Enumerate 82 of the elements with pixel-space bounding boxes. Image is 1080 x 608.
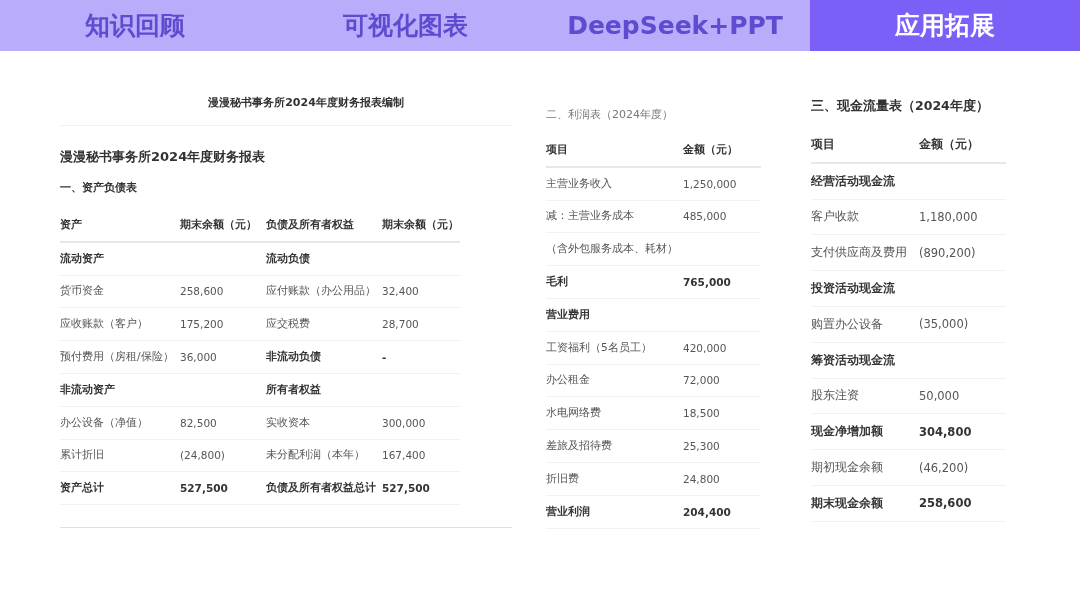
table-cell-text: 204,400 <box>683 505 732 518</box>
column-header: 期末余额（元） <box>382 217 460 232</box>
table-cell-text: 投资活动现金流 <box>811 281 896 297</box>
table-cell-text: 筹资活动现金流 <box>811 352 896 368</box>
table-cell-text: - <box>382 351 388 364</box>
table-cell-text: 300,000 <box>382 416 427 429</box>
table-cell-text: 应交税费 <box>266 317 311 332</box>
nav-tab[interactable]: 知识回顾 <box>0 0 270 51</box>
section-title: 一、资产负债表 <box>60 180 138 195</box>
table-cell-text: 经营活动现金流 <box>811 173 896 189</box>
table-cell-text: 预付费用（房租/保险） <box>60 350 175 365</box>
column-header: 金额（元） <box>919 136 980 152</box>
table-cell-text: 负债及所有者权益总计 <box>266 481 377 496</box>
table-cell-text: 支付供应商及费用 <box>811 245 908 261</box>
nav-tab[interactable]: 可视化图表 <box>270 0 540 51</box>
table-cell-text: 非流动负债 <box>266 350 322 365</box>
table-cell-text: 765,000 <box>683 276 732 289</box>
table-cell-text: 25,300 <box>683 440 721 453</box>
table-cell-text: 期末现金余额 <box>811 495 884 511</box>
document-title: 漫漫秘书事务所2024年度财务报表编制 <box>208 95 404 111</box>
table-cell-text: 流动资产 <box>60 251 105 266</box>
table-cell-text: 18,500 <box>683 407 721 420</box>
column-header: 项目 <box>811 136 836 152</box>
table-cell-text: 未分配利润（本年） <box>266 448 366 463</box>
section-title: 二、利润表（2024年度） <box>546 107 674 122</box>
table-cell-text: 毛利 <box>546 275 569 290</box>
table-cell-text: 累计折旧 <box>60 448 105 463</box>
report-heading: 漫漫秘书事务所2024年度财务报表 <box>60 148 267 166</box>
table-cell-text: 应收账款（客户） <box>60 317 149 332</box>
table-cell-text: 32,400 <box>382 285 420 298</box>
table-cell-text: 应付账款（办公用品） <box>266 284 377 299</box>
nav-tab[interactable]: DeepSeek+PPT <box>540 0 810 51</box>
column-header: 金额（元） <box>683 142 739 157</box>
table-cell-text: 购置办公设备 <box>811 316 884 332</box>
table-cell-text: 82,500 <box>180 416 218 429</box>
column-header: 负债及所有者权益 <box>266 217 355 232</box>
table-cell-text: 货币资金 <box>60 284 105 299</box>
table-cell-text: 527,500 <box>382 482 431 495</box>
table-cell-text: 流动负债 <box>266 251 311 266</box>
table-cell-text: 主营业务收入 <box>546 176 613 191</box>
column-header: 资产 <box>60 217 83 232</box>
table-cell-text: 水电网络费 <box>546 406 602 421</box>
table-cell-text: 实收资本 <box>266 415 311 430</box>
section-title: 三、现金流量表（2024年度） <box>811 98 990 115</box>
table-cell-text: 175,200 <box>180 318 225 331</box>
column-header: 期末余额（元） <box>180 217 258 232</box>
table-cell-text: （含外包服务成本、耗材） <box>546 242 679 257</box>
table-cell-text: 营业费用 <box>546 307 591 322</box>
table-cell-text: 1,250,000 <box>683 177 738 190</box>
table-cell-text: 420,000 <box>683 341 728 354</box>
table-cell-text: 资产总计 <box>60 481 105 496</box>
table-cell-text: 非流动资产 <box>60 382 116 397</box>
table-cell-text: 527,500 <box>180 482 229 495</box>
table-cell-text: 期初现金余额 <box>811 460 884 476</box>
column-header: 项目 <box>546 142 569 157</box>
table-cell-text: 营业利润 <box>546 504 591 519</box>
table-cell-text: 客户收款 <box>811 209 860 225</box>
table-cell-text: 股东注资 <box>811 388 860 404</box>
table-cell-text: 304,800 <box>919 424 973 439</box>
table-cell-text: 485,000 <box>683 210 728 223</box>
table-cell-text: 所有者权益 <box>266 382 322 397</box>
table-cell-text: 差旅及招待费 <box>546 439 613 454</box>
table-cell-text: 258,600 <box>919 496 973 511</box>
nav-tab[interactable]: 应用拓展 <box>810 0 1080 51</box>
table-cell-text: (46,200) <box>919 460 970 475</box>
table-cell-text: 258,600 <box>180 285 225 298</box>
table-cell-text: 办公租金 <box>546 373 591 388</box>
table-cell-text: 工资福利（5名员工） <box>546 340 653 355</box>
table-cell-text: 24,800 <box>683 472 721 485</box>
table-cell-text: (24,800) <box>180 449 226 462</box>
table-cell-text: (890,200) <box>919 245 977 260</box>
table-cell-text: 折旧费 <box>546 471 580 486</box>
table-cell-text: 167,400 <box>382 449 427 462</box>
table-cell-text: 72,000 <box>683 374 721 387</box>
table-cell-text: 现金净增加额 <box>811 424 884 440</box>
table-cell-text: 36,000 <box>180 351 218 364</box>
table-cell-text: (35,000) <box>919 317 970 332</box>
table-cell-text: 办公设备（净值） <box>60 415 149 430</box>
table-cell-text: 减：主营业务成本 <box>546 209 635 224</box>
table-cell-text: 28,700 <box>382 318 420 331</box>
table-cell-text: 1,180,000 <box>919 210 979 224</box>
table-cell-text: 50,000 <box>919 388 961 403</box>
